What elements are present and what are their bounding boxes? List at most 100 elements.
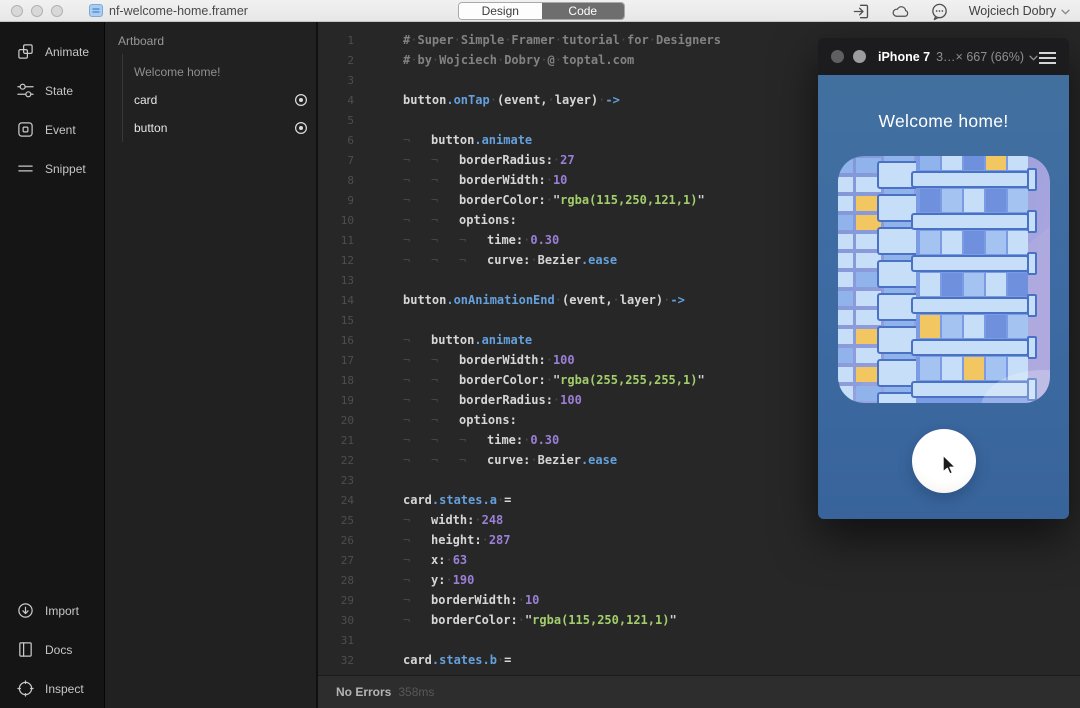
code-line-content: ¬ button.animate xyxy=(403,133,533,147)
toolbar-item-state[interactable]: State xyxy=(0,71,104,110)
code-line[interactable]: 30 ¬ borderColor:·"rgba(115,250,121,1)" xyxy=(318,610,1080,630)
minimize-window-button[interactable] xyxy=(31,4,43,17)
toolbar-item-label: Import xyxy=(45,603,80,618)
artboard-header: Artboard xyxy=(118,34,165,48)
code-line-content: ¬ ¬ ¬ curve:·Bezier.ease xyxy=(403,453,618,467)
code-line-content: ¬ ¬ borderWidth:·10 xyxy=(403,173,568,187)
tool-rail: Animate State Event Snippet Import Docs Inspe… xyxy=(0,22,105,708)
toolbar-item-label: Docs xyxy=(45,642,73,657)
tab-design[interactable]: Design xyxy=(459,3,542,19)
line-number: 5 xyxy=(347,113,354,127)
code-line[interactable]: 26 ¬ height:·287 xyxy=(318,530,1080,550)
layer-item-card[interactable]: card xyxy=(123,86,308,114)
layers-panel: Artboard Welcome home! card button xyxy=(105,22,318,708)
toolbar-item-docs[interactable]: Docs xyxy=(0,630,104,669)
code-line[interactable]: 29 ¬ borderWidth:·10 xyxy=(318,590,1080,610)
line-number: 25 xyxy=(340,513,354,527)
inspect-icon xyxy=(17,680,34,697)
line-number: 15 xyxy=(340,313,354,327)
code-line-content: #·Super·Simple·Framer·tutorial·for·Desig… xyxy=(403,33,721,47)
line-number: 22 xyxy=(340,453,354,467)
toolbar-item-label: Inspect xyxy=(45,681,84,696)
feedback-chat-icon[interactable] xyxy=(930,2,949,21)
sign-in-icon[interactable] xyxy=(852,2,871,21)
toolbar-item-inspect[interactable]: Inspect xyxy=(0,669,104,708)
line-number: 8 xyxy=(347,173,354,187)
animate-icon xyxy=(17,43,34,60)
line-number: 2 xyxy=(347,53,354,67)
event-icon xyxy=(17,121,34,138)
snippet-icon xyxy=(17,160,34,177)
preview-size-dropdown[interactable] xyxy=(1029,48,1038,66)
import-icon xyxy=(17,602,34,619)
tab-code[interactable]: Code xyxy=(541,3,624,19)
toolbar-item-event[interactable]: Event xyxy=(0,110,104,149)
code-line-content: #·by·Wojciech·Dobry·@·toptal.com xyxy=(403,53,635,67)
zoom-window-button[interactable] xyxy=(51,4,63,17)
code-line-content: ¬ width:·248 xyxy=(403,513,504,527)
close-window-button[interactable] xyxy=(11,4,23,17)
code-line-content: ¬ ¬ ¬ time:·0.30 xyxy=(403,433,560,447)
layer-item-button[interactable]: button xyxy=(123,114,308,142)
line-number: 14 xyxy=(340,293,354,307)
chevron-down-icon xyxy=(1061,4,1070,18)
line-number: 29 xyxy=(340,593,354,607)
line-number: 9 xyxy=(347,193,354,207)
preview-window: iPhone 7 3…× 667 (66%) Welcome home! .c-… xyxy=(818,38,1069,519)
code-line-content: ¬ button.animate xyxy=(403,333,533,347)
toolbar-item-label: Animate xyxy=(45,44,90,59)
target-icon[interactable] xyxy=(294,93,308,107)
target-icon[interactable] xyxy=(294,121,308,135)
code-line[interactable]: 28 ¬ y:·190 xyxy=(318,570,1080,590)
toolbar-item-import[interactable]: Import xyxy=(0,591,104,630)
line-number: 13 xyxy=(340,273,354,287)
document-title: nf-welcome-home.framer xyxy=(109,3,248,18)
layer-item-welcome-home[interactable]: Welcome home! xyxy=(123,58,308,86)
code-line[interactable]: 32 card.states.b·= xyxy=(318,650,1080,670)
toolbar-item-label: Event xyxy=(45,122,76,137)
cloud-sync-icon[interactable] xyxy=(891,2,910,21)
line-number: 10 xyxy=(340,213,354,227)
toolbar-item-snippet[interactable]: Snippet xyxy=(0,149,104,188)
preview-close-button[interactable] xyxy=(831,50,844,63)
code-line-content: ¬ x:·63 xyxy=(403,553,468,567)
preview-header: iPhone 7 3…× 667 (66%) xyxy=(818,38,1069,75)
code-line-content: card.states.a·= xyxy=(403,493,512,507)
window-controls xyxy=(11,4,63,17)
prototype-title: Welcome home! xyxy=(878,111,1009,131)
line-number: 18 xyxy=(340,373,354,387)
preview-minimize-button[interactable] xyxy=(853,50,866,63)
code-line-content: card.states.b·= xyxy=(403,653,512,667)
line-number: 27 xyxy=(340,553,354,567)
line-number: 28 xyxy=(340,573,354,587)
toolbar-item-animate[interactable]: Animate xyxy=(0,32,104,71)
layer-label: Welcome home! xyxy=(134,65,221,79)
layer-label: card xyxy=(134,93,158,107)
prototype-card-illustration[interactable]: .c-light{fill:var(--tile-light)}.c-mid{f… xyxy=(838,156,1050,403)
line-number: 31 xyxy=(340,633,354,647)
line-number: 26 xyxy=(340,533,354,547)
account-menu[interactable]: Wojciech Dobry xyxy=(969,4,1070,18)
line-number: 11 xyxy=(340,233,354,247)
status-text: No Errors xyxy=(336,685,392,699)
line-number: 16 xyxy=(340,333,354,347)
window-titlebar: nf-welcome-home.framer Design Code Wojci… xyxy=(0,0,1080,22)
docs-icon xyxy=(17,641,34,658)
state-icon xyxy=(17,82,34,99)
code-line-content: ¬ ¬ borderRadius:·27 xyxy=(403,153,575,167)
code-line-content: ¬ ¬ ¬ curve:·Bezier.ease xyxy=(403,253,618,267)
line-number: 3 xyxy=(347,73,354,87)
hamburger-menu-icon[interactable] xyxy=(1038,51,1057,64)
framer-file-icon xyxy=(89,4,103,17)
code-line-content: ¬ ¬ borderColor:·"rgba(115,250,121,1)" xyxy=(403,193,705,207)
mode-switcher: Design Code xyxy=(458,2,625,20)
mouse-cursor xyxy=(938,453,958,477)
code-line-content: ¬ ¬ borderRadius:·100 xyxy=(403,393,582,407)
editor-status-bar: No Errors 358ms xyxy=(318,675,1080,708)
code-line[interactable]: 27 ¬ x:·63 xyxy=(318,550,1080,570)
code-line[interactable]: 31 xyxy=(318,630,1080,650)
code-line-content: button.onAnimationEnd·(event,·layer)·-> xyxy=(403,293,685,307)
line-number: 23 xyxy=(340,473,354,487)
toolbar-item-label: State xyxy=(45,83,74,98)
toolbar-item-label: Snippet xyxy=(45,161,86,176)
